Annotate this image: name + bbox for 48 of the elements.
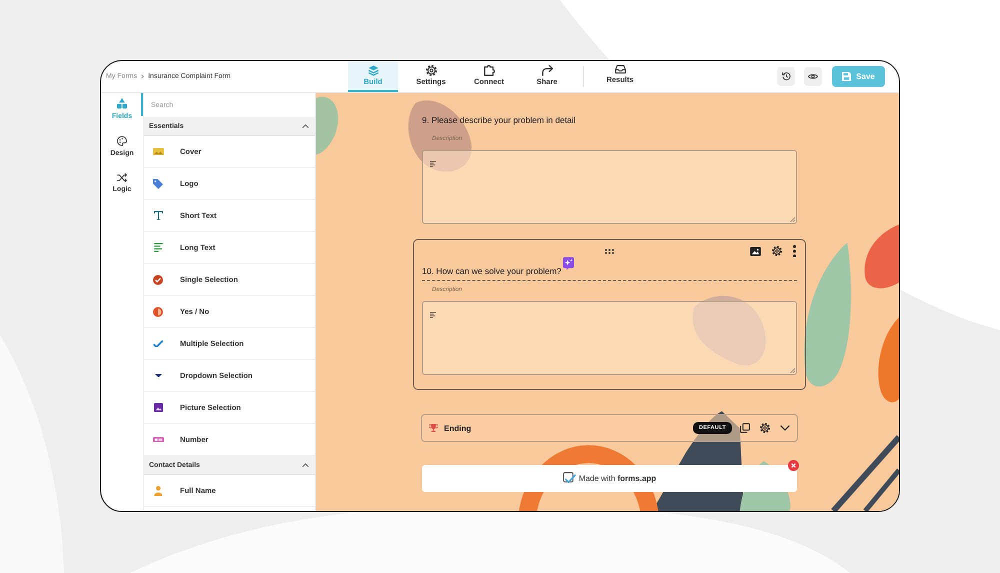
branding-banner[interactable]: Made with forms.app — [422, 465, 797, 492]
sparkle-icon[interactable] — [563, 257, 574, 270]
eye-icon — [808, 74, 818, 79]
history-icon — [782, 72, 790, 81]
chevron-down-icon[interactable] — [780, 425, 790, 431]
question-title: 9. Please describe your problem in detail — [422, 114, 576, 127]
resize-handle-icon[interactable] — [790, 368, 795, 373]
drag-handle-icon[interactable] — [605, 248, 614, 254]
image-icon — [152, 148, 164, 156]
chevron-up-icon[interactable] — [302, 462, 309, 468]
person-icon — [154, 486, 162, 496]
more-icon[interactable] — [793, 244, 796, 258]
settings-icon[interactable] — [772, 246, 782, 256]
settings-icon — [426, 65, 436, 76]
trophy-icon — [429, 424, 438, 432]
number-field-icon — [152, 436, 164, 442]
picture-icon — [154, 403, 162, 412]
share-arrow-icon — [542, 65, 552, 76]
ending-label: Ending — [444, 424, 472, 432]
paragraph-icon — [430, 312, 436, 318]
branding-text: Made with forms.app — [578, 474, 656, 483]
shapes-icon — [117, 98, 127, 108]
caret-down-icon — [154, 374, 162, 378]
chevron-up-icon[interactable] — [302, 124, 309, 128]
settings-icon[interactable] — [760, 423, 770, 433]
palette-icon — [117, 136, 127, 146]
preview-button[interactable] — [804, 67, 822, 86]
leaf-shape — [316, 96, 338, 155]
resize-handle-icon[interactable] — [790, 217, 795, 222]
shuffle-icon — [117, 172, 127, 182]
close-icon[interactable] — [788, 460, 798, 470]
inbox-icon — [614, 65, 626, 74]
checkbox-logo-icon — [562, 472, 576, 485]
puzzle-icon — [484, 65, 494, 76]
history-button[interactable] — [777, 67, 795, 86]
text-lines-icon — [154, 243, 162, 252]
paragraph-icon — [430, 161, 436, 167]
chevron-right-icon — [141, 74, 144, 79]
layers-icon — [368, 65, 378, 76]
letter-t-icon — [154, 210, 162, 220]
checkmark-icon — [152, 340, 164, 348]
image-icon[interactable] — [750, 246, 761, 256]
question-title: 10. How can we solve your problem? — [422, 265, 562, 278]
tag-icon — [153, 178, 163, 188]
leaf-shape — [864, 224, 899, 288]
copy-icon[interactable] — [740, 423, 750, 433]
split-circle-icon — [153, 306, 163, 316]
check-circle-icon — [153, 274, 163, 284]
